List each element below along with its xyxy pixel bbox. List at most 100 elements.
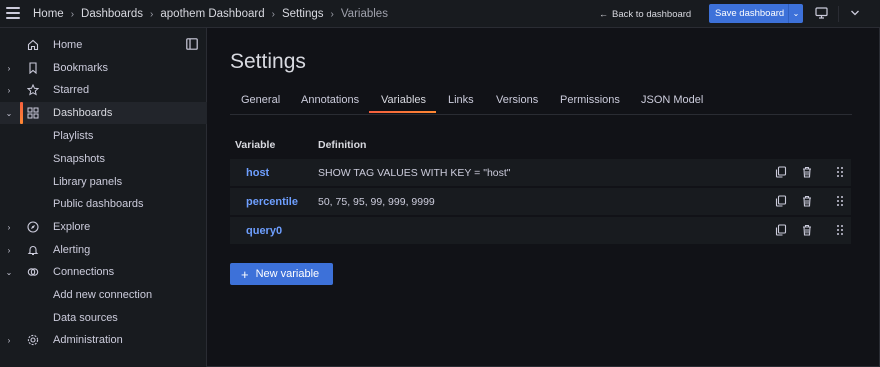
- sidebar-item-connections[interactable]: ⌄ Connections: [0, 261, 207, 283]
- sidebar-item-home[interactable]: Home: [0, 34, 207, 56]
- trash-icon[interactable]: [801, 224, 813, 236]
- sidebar-item-label: Public dashboards: [53, 198, 144, 210]
- menu-icon[interactable]: [6, 7, 20, 19]
- variable-definition: SHOW TAG VALUES WITH KEY = "host": [318, 167, 511, 179]
- drag-handle-icon[interactable]: [834, 224, 846, 236]
- monitor-icon[interactable]: [815, 7, 828, 19]
- save-options-chevron-icon[interactable]: ⌄: [789, 9, 803, 18]
- variable-definition: 50, 75, 95, 99, 999, 9999: [318, 196, 435, 208]
- sidebar-item-public-dashboards[interactable]: Public dashboards: [0, 193, 207, 215]
- chevron-right-icon[interactable]: ›: [5, 223, 13, 232]
- duplicate-icon[interactable]: [775, 224, 787, 236]
- breadcrumb-separator-icon: ›: [70, 8, 75, 20]
- compass-icon: [27, 221, 39, 233]
- back-to-dashboard-label: Back to dashboard: [612, 8, 692, 20]
- sidebar-item-playlists[interactable]: Playlists: [0, 125, 207, 147]
- tab-json-model[interactable]: JSON Model: [641, 94, 703, 106]
- chevron-down-icon[interactable]: ⌄: [5, 109, 13, 118]
- back-to-dashboard-button[interactable]: ← Back to dashboard: [599, 6, 691, 22]
- chevron-right-icon[interactable]: ›: [5, 86, 13, 95]
- plus-icon: +: [241, 266, 249, 282]
- sidebar-item-label: Connections: [53, 266, 115, 278]
- sidebar-item-snapshots[interactable]: Snapshots: [0, 148, 207, 170]
- breadcrumb: Home › Dashboards › apothem Dashboard › …: [33, 0, 388, 28]
- chevron-right-icon[interactable]: ›: [5, 336, 13, 345]
- chevron-down-icon[interactable]: [850, 8, 860, 18]
- breadcrumb-variables: Variables: [340, 8, 388, 20]
- column-header-variable: Variable: [235, 139, 276, 151]
- sidebar-item-label: Snapshots: [53, 153, 105, 165]
- connections-icon: [27, 268, 39, 276]
- sidebar-item-bookmarks[interactable]: › Bookmarks: [0, 57, 207, 79]
- breadcrumb-settings[interactable]: Settings: [282, 8, 324, 20]
- active-indicator: [20, 102, 23, 124]
- sidebar-item-label: Home: [53, 39, 83, 51]
- sidebar-item-dashboards[interactable]: ⌄ Dashboards: [0, 102, 207, 124]
- home-icon: [27, 39, 39, 51]
- sidebar-item-label: Explore: [53, 221, 91, 233]
- variable-name-link[interactable]: query0: [246, 225, 282, 237]
- settings-tabs: General Annotations Variables Links Vers…: [230, 88, 852, 115]
- gear-icon: [27, 334, 39, 346]
- sidebar-item-label: Playlists: [53, 130, 94, 142]
- tab-general[interactable]: General: [241, 94, 280, 106]
- variable-name-link[interactable]: percentile: [246, 196, 298, 208]
- sidebar-item-label: Bookmarks: [53, 62, 109, 74]
- chevron-right-icon[interactable]: ›: [5, 64, 13, 73]
- sidebar-item-label: Library panels: [53, 176, 123, 188]
- sidebar-item-add-new-connection[interactable]: Add new connection: [0, 284, 207, 306]
- sidebar-item-library-panels[interactable]: Library panels: [0, 171, 207, 193]
- topbar-divider: [838, 6, 839, 22]
- arrow-left-icon: ←: [599, 9, 608, 19]
- tab-links[interactable]: Links: [448, 94, 474, 106]
- table-row: percentile 50, 75, 95, 99, 999, 9999: [230, 188, 851, 215]
- tab-annotations[interactable]: Annotations: [301, 94, 359, 106]
- new-variable-button[interactable]: + New variable: [230, 263, 333, 285]
- trash-icon[interactable]: [801, 166, 813, 178]
- sidebar-item-label: Administration: [53, 334, 123, 346]
- bookmark-icon: [29, 62, 37, 74]
- tab-permissions[interactable]: Permissions: [560, 94, 620, 106]
- sidebar-item-explore[interactable]: › Explore: [0, 216, 207, 238]
- chevron-down-icon[interactable]: ⌄: [5, 268, 13, 277]
- sidebar-item-label: Data sources: [53, 312, 118, 324]
- chevron-right-icon[interactable]: ›: [5, 246, 13, 255]
- new-variable-label: New variable: [255, 268, 320, 280]
- active-tab-indicator: [369, 111, 436, 113]
- sidebar-item-label: Add new connection: [53, 289, 153, 301]
- save-dashboard-button[interactable]: Save dashboard ⌄: [709, 4, 803, 23]
- breadcrumb-home[interactable]: Home: [33, 8, 64, 20]
- sidebar-item-starred[interactable]: › Starred: [0, 79, 207, 101]
- sidebar-item-data-sources[interactable]: Data sources: [0, 307, 207, 329]
- sidebar-item-label: Alerting: [53, 244, 91, 256]
- sidebar: Home › Bookmarks › Starred ⌄ Dashboards …: [0, 28, 207, 367]
- breadcrumb-separator-icon: ›: [150, 8, 154, 20]
- save-dashboard-label: Save dashboard: [715, 8, 785, 19]
- trash-icon[interactable]: [801, 195, 813, 207]
- table-header: Variable Definition: [230, 136, 851, 156]
- sidebar-item-label: Dashboards: [53, 107, 113, 119]
- tab-variables[interactable]: Variables: [381, 94, 426, 106]
- variable-name-link[interactable]: host: [246, 167, 269, 179]
- app-window: Home › Dashboards › apothem Dashboard › …: [0, 0, 880, 367]
- breadcrumb-separator-icon: ›: [330, 8, 334, 20]
- breadcrumb-separator-icon: ›: [271, 8, 275, 20]
- breadcrumb-dashboards[interactable]: Dashboards: [81, 8, 143, 20]
- table-row: query0: [230, 217, 851, 244]
- duplicate-icon[interactable]: [775, 195, 787, 207]
- drag-handle-icon[interactable]: [834, 195, 846, 207]
- breadcrumb-dashboard[interactable]: apothem Dashboard: [160, 8, 264, 20]
- tab-versions[interactable]: Versions: [496, 94, 538, 106]
- drag-handle-icon[interactable]: [834, 166, 846, 178]
- sidebar-item-label: Starred: [53, 84, 90, 96]
- column-header-definition: Definition: [318, 139, 367, 151]
- sidebar-item-administration[interactable]: › Administration: [0, 329, 207, 351]
- table-row: host SHOW TAG VALUES WITH KEY = "host": [230, 159, 851, 186]
- duplicate-icon[interactable]: [775, 166, 787, 178]
- top-bar: Home › Dashboards › apothem Dashboard › …: [0, 0, 880, 28]
- bell-icon: [27, 246, 39, 256]
- star-icon: [27, 84, 39, 96]
- page-title: Settings: [230, 50, 306, 73]
- main-content: Settings General Annotations Variables L…: [207, 28, 879, 366]
- sidebar-item-alerting[interactable]: › Alerting: [0, 239, 207, 261]
